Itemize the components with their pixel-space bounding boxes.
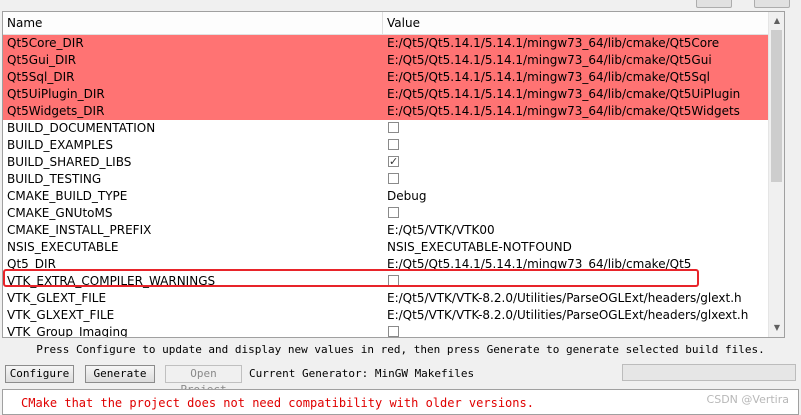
scrollbar-thumb[interactable] bbox=[771, 30, 782, 182]
table-row[interactable]: VTK_Group_Imaging bbox=[3, 324, 768, 338]
entry-name: BUILD_DOCUMENTATION bbox=[7, 121, 156, 135]
table-row[interactable]: VTK_EXTRA_COMPILER_WARNINGS bbox=[3, 273, 768, 290]
entry-checkbox[interactable] bbox=[388, 207, 399, 218]
table-row[interactable]: BUILD_DOCUMENTATION bbox=[3, 120, 768, 137]
entry-name: BUILD_SHARED_LIBS bbox=[7, 155, 132, 169]
table-row[interactable]: BUILD_TESTING bbox=[3, 171, 768, 188]
column-header-value[interactable]: Value bbox=[383, 12, 768, 34]
top-button-partial[interactable] bbox=[696, 0, 732, 8]
table-row[interactable]: CMAKE_GNUtoMS bbox=[3, 205, 768, 222]
column-header-name[interactable]: Name bbox=[3, 12, 383, 34]
table-row[interactable]: Qt5_DIR E:/Qt5/Qt5.14.1/5.14.1/mingw73_64… bbox=[3, 256, 768, 273]
entry-checkbox[interactable] bbox=[388, 139, 399, 150]
entry-value[interactable]: E:/Qt5/VTK/VTK00 bbox=[387, 222, 495, 239]
table-row[interactable]: Qt5Sql_DIR E:/Qt5/Qt5.14.1/5.14.1/mingw73… bbox=[3, 69, 768, 86]
entry-name: VTK_EXTRA_COMPILER_WARNINGS bbox=[7, 274, 216, 288]
watermark: CSDN @Vertira bbox=[706, 393, 789, 406]
entry-value[interactable]: E:/Qt5/VTK/VTK-8.2.0/Utilities/ParseOGLE… bbox=[387, 307, 748, 324]
entry-name: Qt5Widgets_DIR bbox=[7, 104, 105, 118]
entry-checkbox[interactable] bbox=[388, 275, 399, 286]
table-header: Name Value bbox=[3, 12, 768, 35]
table-row[interactable]: BUILD_EXAMPLES bbox=[3, 137, 768, 154]
table-row[interactable]: CMAKE_INSTALL_PREFIX E:/Qt5/VTK/VTK00 bbox=[3, 222, 768, 239]
entry-checkbox[interactable] bbox=[388, 326, 399, 337]
table-row[interactable]: NSIS_EXECUTABLE NSIS_EXECUTABLE-NOTFOUND bbox=[3, 239, 768, 256]
entry-name: CMAKE_BUILD_TYPE bbox=[7, 189, 128, 203]
entry-value[interactable]: E:/Qt5/Qt5.14.1/5.14.1/mingw73_64/lib/cm… bbox=[387, 86, 740, 103]
table-row[interactable]: Qt5Core_DIR E:/Qt5/Qt5.14.1/5.14.1/mingw7… bbox=[3, 35, 768, 52]
current-generator-label: Current Generator: MinGW Makefiles bbox=[249, 367, 475, 380]
entry-name: BUILD_TESTING bbox=[7, 172, 102, 186]
open-project-button[interactable]: Open Project bbox=[165, 365, 242, 396]
entry-name: Qt5_DIR bbox=[7, 257, 56, 271]
entry-name: CMAKE_GNUtoMS bbox=[7, 206, 113, 220]
output-log[interactable]: CMake that the project does not need com… bbox=[2, 389, 799, 415]
entry-name: Qt5Sql_DIR bbox=[7, 70, 75, 84]
entry-name: VTK_Group_Imaging bbox=[7, 325, 128, 338]
entry-checkbox[interactable] bbox=[388, 173, 399, 184]
configure-button[interactable]: Configure bbox=[5, 365, 74, 383]
entry-value[interactable]: E:/Qt5/Qt5.14.1/5.14.1/mingw73_64/lib/cm… bbox=[387, 69, 710, 86]
entry-value[interactable]: NSIS_EXECUTABLE-NOTFOUND bbox=[387, 239, 572, 256]
scroll-down-icon[interactable]: ▼ bbox=[769, 319, 784, 336]
table-row[interactable]: BUILD_SHARED_LIBS bbox=[3, 153, 768, 171]
hint-text: Press Configure to update and display ne… bbox=[36, 343, 765, 356]
table-row[interactable]: Qt5UiPlugin_DIR E:/Qt5/Qt5.14.1/5.14.1/mi… bbox=[3, 86, 768, 103]
cache-table: Name Value Qt5Core_DIR E:/Qt5/Qt5.14.1/5.… bbox=[2, 11, 785, 338]
entry-value[interactable]: E:/Qt5/VTK/VTK-8.2.0/Utilities/ParseOGLE… bbox=[387, 290, 742, 307]
generate-button[interactable]: Generate bbox=[85, 365, 155, 383]
entry-value[interactable]: E:/Qt5/Qt5.14.1/5.14.1/mingw73_64/lib/cm… bbox=[387, 52, 712, 69]
top-button-partial[interactable] bbox=[754, 0, 790, 8]
entry-checkbox[interactable] bbox=[388, 122, 399, 133]
entry-name: BUILD_EXAMPLES bbox=[7, 138, 113, 152]
vertical-scrollbar[interactable]: ▲ ▼ bbox=[768, 12, 784, 337]
table-row[interactable]: VTK_GLEXT_FILE E:/Qt5/VTK/VTK-8.2.0/Utili… bbox=[3, 290, 768, 307]
scroll-up-icon[interactable]: ▲ bbox=[769, 12, 784, 29]
entry-checkbox[interactable] bbox=[388, 153, 399, 170]
entry-name: VTK_GLXEXT_FILE bbox=[7, 308, 115, 322]
entry-name: Qt5Core_DIR bbox=[7, 36, 84, 50]
log-line: CMake that the project does not need com… bbox=[21, 396, 534, 410]
entry-value[interactable]: Debug bbox=[387, 188, 426, 205]
table-row[interactable]: VTK_GLXEXT_FILE E:/Qt5/VTK/VTK-8.2.0/Util… bbox=[3, 307, 768, 324]
entry-name: VTK_GLEXT_FILE bbox=[7, 291, 107, 305]
entry-name: Qt5Gui_DIR bbox=[7, 53, 77, 67]
table-row[interactable]: Qt5Widgets_DIR E:/Qt5/Qt5.14.1/5.14.1/min… bbox=[3, 103, 768, 120]
entry-name: CMAKE_INSTALL_PREFIX bbox=[7, 223, 152, 237]
entry-name: Qt5UiPlugin_DIR bbox=[7, 87, 105, 101]
entry-value[interactable]: E:/Qt5/Qt5.14.1/5.14.1/mingw73_64/lib/cm… bbox=[387, 256, 691, 273]
table-row[interactable]: Qt5Gui_DIR E:/Qt5/Qt5.14.1/5.14.1/mingw73… bbox=[3, 52, 768, 69]
entry-value[interactable]: E:/Qt5/Qt5.14.1/5.14.1/mingw73_64/lib/cm… bbox=[387, 35, 719, 52]
entry-name: NSIS_EXECUTABLE bbox=[7, 240, 119, 254]
progress-bar bbox=[622, 364, 796, 381]
table-row[interactable]: CMAKE_BUILD_TYPE Debug bbox=[3, 188, 768, 205]
entry-value[interactable]: E:/Qt5/Qt5.14.1/5.14.1/mingw73_64/lib/cm… bbox=[387, 103, 740, 120]
table-rows: Qt5Core_DIR E:/Qt5/Qt5.14.1/5.14.1/mingw7… bbox=[3, 35, 768, 338]
top-strip bbox=[0, 0, 801, 10]
